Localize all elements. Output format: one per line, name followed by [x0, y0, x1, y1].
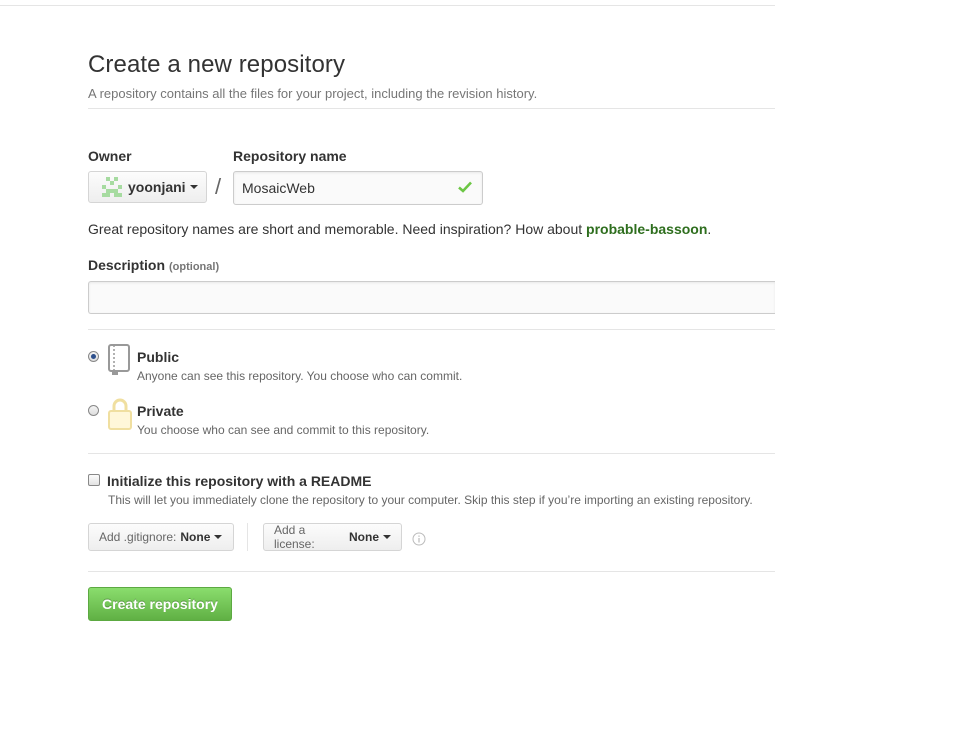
readme-description: This will let you immediately clone the … — [108, 493, 753, 507]
license-select[interactable]: Add a license: None — [263, 523, 402, 551]
chevron-down-icon — [383, 535, 391, 539]
page-subtitle: A repository contains all the files for … — [88, 86, 538, 101]
divider — [88, 108, 775, 109]
info-icon[interactable] — [412, 532, 426, 546]
create-repository-button[interactable]: Create repository — [88, 587, 232, 621]
owner-label: Owner — [88, 148, 132, 164]
page-title: Create a new repository — [88, 51, 346, 78]
private-radio[interactable] — [88, 405, 99, 416]
readme-title: Initialize this repository with a README — [107, 473, 372, 489]
owner-select[interactable]: yoonjani — [88, 171, 207, 203]
gitignore-value: None — [180, 530, 211, 544]
divider — [88, 329, 775, 330]
description-label: Description (optional) — [88, 257, 219, 273]
header-divider — [0, 5, 775, 6]
owner-name: yoonjani — [128, 179, 186, 195]
repository-name-input[interactable]: MosaicWeb — [233, 171, 483, 205]
name-suggestion-hint: Great repository names are short and mem… — [88, 221, 711, 237]
repo-name-label: Repository name — [233, 148, 347, 164]
public-description: Anyone can see this repository. You choo… — [137, 369, 463, 383]
divider — [88, 571, 775, 572]
private-description: You choose who can see and commit to thi… — [137, 423, 430, 437]
gitignore-prefix: Add .gitignore: — [99, 530, 177, 544]
public-radio[interactable] — [88, 351, 99, 362]
description-input[interactable] — [88, 281, 775, 314]
hint-text: Great repository names are short and mem… — [88, 221, 583, 237]
private-title: Private — [137, 403, 184, 419]
chevron-down-icon — [189, 185, 198, 189]
repo-book-icon — [108, 344, 130, 375]
suggested-name-link[interactable]: probable-bassoon — [586, 221, 707, 237]
lock-icon — [108, 398, 132, 430]
hint-suffix: . — [707, 221, 712, 237]
identicon-avatar-icon — [102, 177, 122, 197]
license-value: None — [349, 530, 379, 544]
check-icon — [458, 181, 472, 193]
public-title: Public — [137, 349, 180, 365]
select-separator — [247, 523, 248, 551]
divider — [88, 453, 775, 454]
chevron-down-icon — [214, 535, 223, 539]
owner-repo-separator: / — [215, 174, 222, 199]
license-prefix: Add a license: — [274, 523, 315, 551]
readme-checkbox[interactable] — [88, 474, 100, 486]
optional-tag: (optional) — [169, 261, 220, 273]
description-label-text: Description — [88, 257, 166, 273]
gitignore-select[interactable]: Add .gitignore: None — [88, 523, 234, 551]
